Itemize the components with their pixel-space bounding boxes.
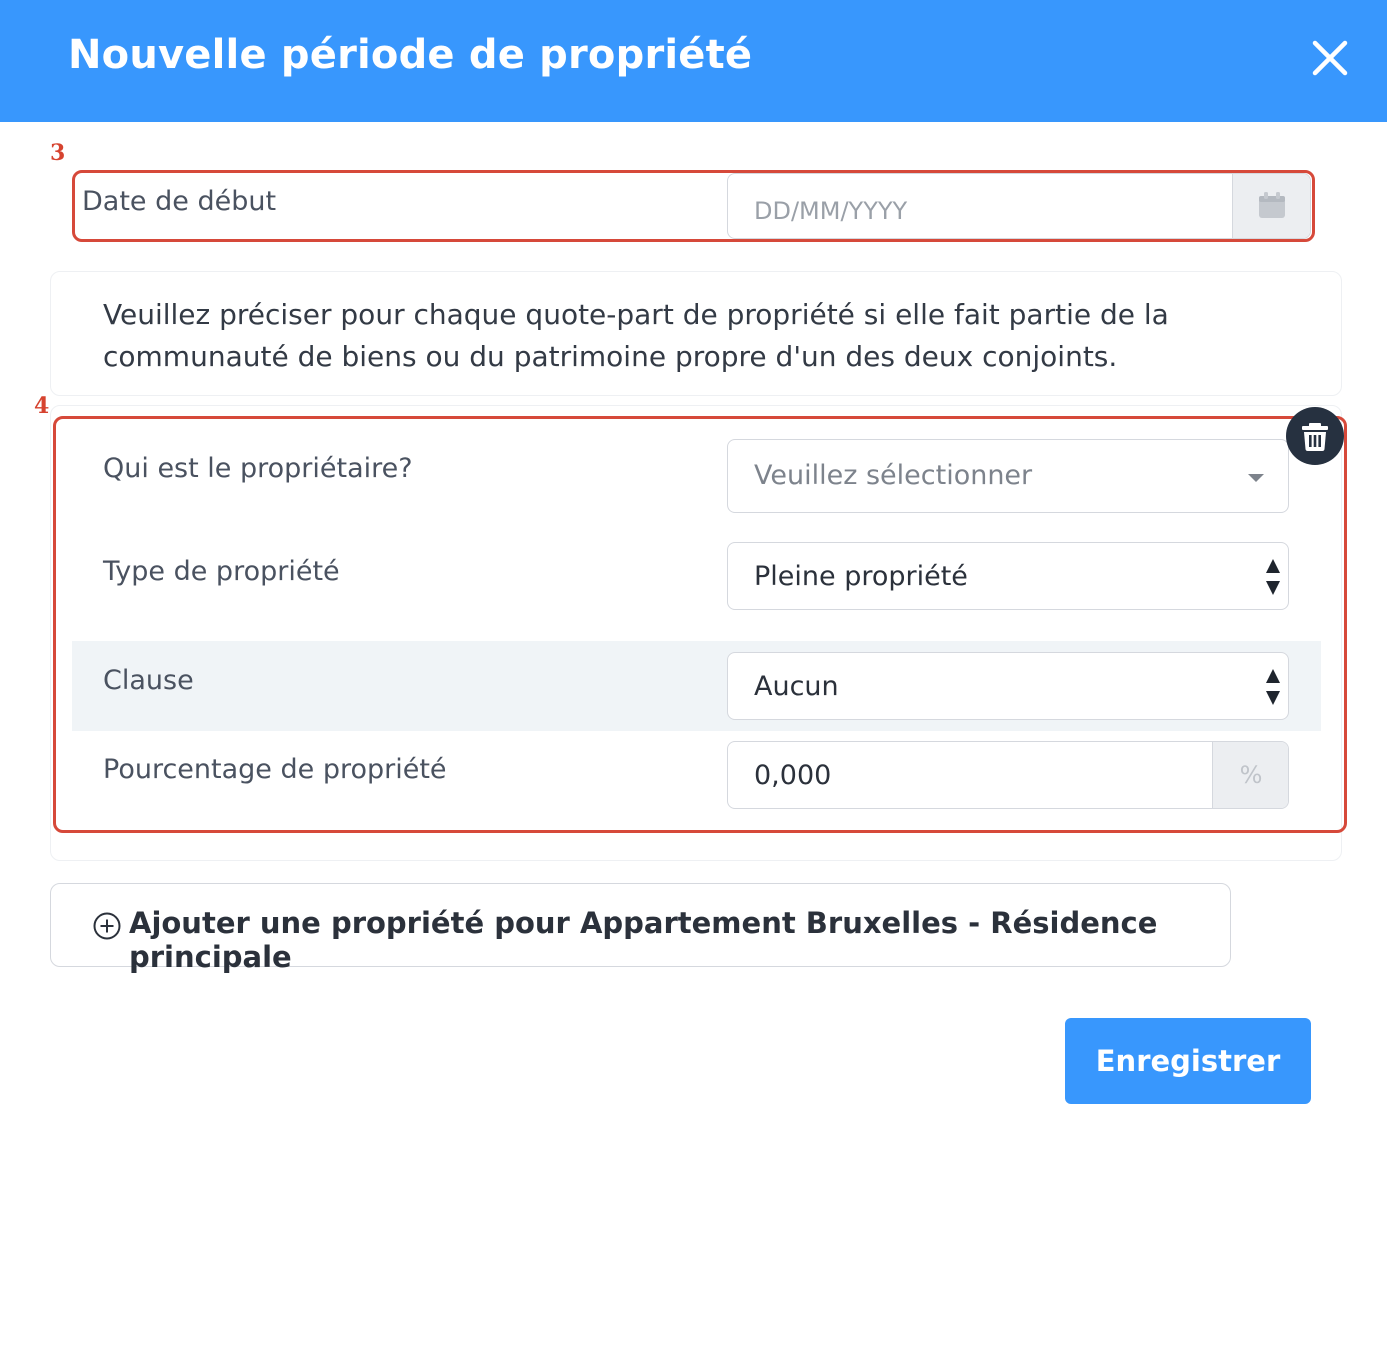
percentage-input[interactable]: 0,000 %: [727, 741, 1289, 809]
annotation-marker-4: 4: [34, 393, 50, 419]
calendar-icon: [1259, 192, 1285, 218]
calendar-button[interactable]: [1232, 174, 1310, 238]
start-date-field[interactable]: DD/MM/YYYY: [727, 173, 1311, 239]
percentage-unit: %: [1239, 761, 1263, 789]
info-card: Veuillez préciser pour chaque quote-part…: [50, 271, 1342, 396]
owner-select-placeholder: Veuillez sélectionner: [754, 460, 1033, 491]
add-ownership-label: Ajouter une propriété pour Appartement B…: [129, 906, 1158, 974]
save-button[interactable]: Enregistrer: [1065, 1018, 1311, 1104]
clause-select[interactable]: Aucun: [727, 652, 1289, 720]
property-type-label: Type de propriété: [103, 556, 340, 587]
updown-arrows-icon: [1266, 669, 1280, 705]
plus-circle-icon: [93, 912, 121, 940]
clause-value: Aucun: [754, 671, 839, 702]
close-icon: [1312, 40, 1348, 76]
info-text: Veuillez préciser pour chaque quote-part…: [103, 298, 1169, 373]
updown-arrows-icon: [1266, 559, 1280, 595]
start-date-placeholder: DD/MM/YYYY: [754, 197, 908, 225]
trash-icon: [1302, 423, 1328, 451]
percentage-value: 0,000: [754, 760, 832, 791]
start-date-label: Date de début: [82, 186, 277, 217]
save-button-label: Enregistrer: [1095, 1044, 1281, 1078]
percentage-label: Pourcentage de propriété: [103, 754, 447, 785]
close-button[interactable]: [1308, 36, 1352, 80]
property-type-value: Pleine propriété: [754, 561, 968, 592]
property-type-select[interactable]: Pleine propriété: [727, 542, 1289, 610]
owner-select[interactable]: Veuillez sélectionner: [727, 439, 1289, 513]
modal-header: Nouvelle période de propriété: [0, 0, 1387, 122]
modal-title: Nouvelle période de propriété: [68, 32, 753, 78]
annotation-marker-3: 3: [50, 140, 66, 166]
add-ownership-button[interactable]: Ajouter une propriété pour Appartement B…: [50, 883, 1231, 974]
percentage-addon: %: [1212, 742, 1288, 808]
clause-label: Clause: [103, 665, 194, 696]
delete-ownership-button[interactable]: [1286, 407, 1344, 465]
owner-label: Qui est le propriétaire?: [103, 453, 413, 484]
chevron-down-icon: [1248, 474, 1264, 482]
